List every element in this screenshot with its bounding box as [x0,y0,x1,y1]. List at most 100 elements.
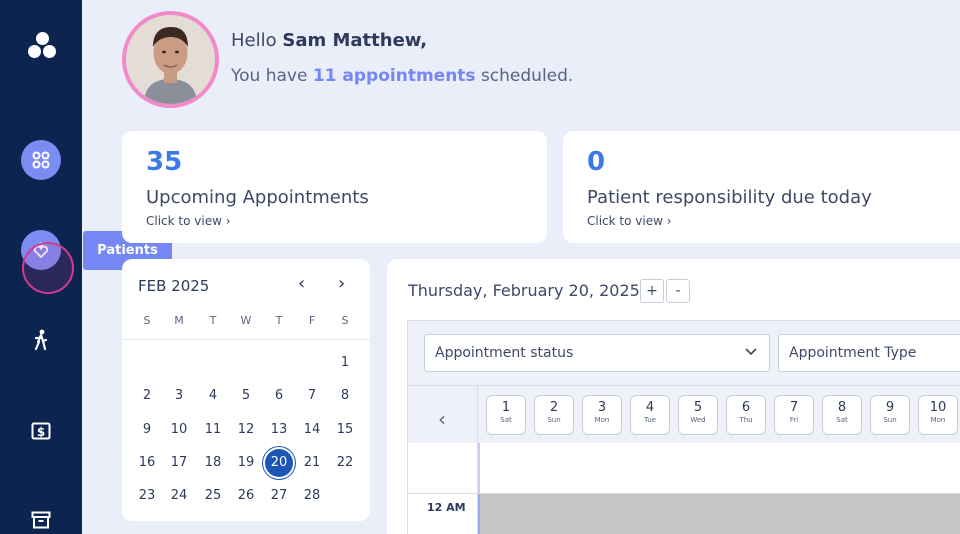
day-number: 9 [885,400,895,415]
day-number: 7 [789,400,799,415]
weekday-label: S [341,314,349,327]
calendar-day[interactable]: 1 [331,349,359,377]
calendar-day[interactable]: 21 [298,449,326,477]
chevron-down-icon [745,348,757,356]
day-selector[interactable]: 9 Sun [870,395,910,435]
time-label: 12 AM [427,501,466,514]
calendar-day[interactable]: 24 [165,482,193,510]
calendar-day[interactable]: 16 [133,449,161,477]
calendar-day[interactable]: 28 [298,482,326,510]
schedule-date: Thursday, February 20, 2025 [408,281,640,300]
click-to-view-link[interactable]: Click to view › [587,214,672,228]
day-selector[interactable]: 8 Sat [822,395,862,435]
stat-label: Patient responsibility due today [587,187,872,208]
day-selector[interactable]: 2 Sun [534,395,574,435]
day-weekday: Sat [836,416,848,424]
calendar-day[interactable]: 12 [232,416,260,444]
summary-suffix: scheduled. [480,66,574,86]
calendar-day[interactable]: 18 [199,449,227,477]
mini-calendar: FEB 2025 ‹ › S M T W T F S 1 2 3 4 5 6 7 8 9 10 11 12 13 14 1… [122,259,370,521]
calendar-day[interactable]: 27 [265,482,293,510]
grid-line [408,385,960,386]
calendar-day[interactable]: 2 [133,382,161,410]
calendar-day[interactable]: 15 [331,416,359,444]
calendar-day[interactable]: 11 [199,416,227,444]
day-number: 4 [645,400,655,415]
day-weekday: Sun [883,416,897,424]
prev-month-button[interactable]: ‹ [298,273,305,294]
billing-nav-button[interactable]: $ [21,411,61,451]
logo-icon[interactable] [27,32,59,60]
archive-nav-button[interactable] [21,500,61,534]
dashboard-nav-button[interactable] [21,140,61,180]
appointments-count: 11 appointments [312,66,476,86]
schedule-grid: Appointment status Appointment Type ‹ 12… [407,320,960,534]
calendar-day[interactable]: 10 [165,416,193,444]
click-to-view-link[interactable]: Click to view › [146,214,231,228]
day-number: 10 [929,400,947,415]
avatar[interactable] [122,11,219,108]
summary-prefix: You have [231,66,308,86]
time-slot-12am[interactable] [478,494,960,534]
click-indicator [22,242,74,294]
day-selector[interactable]: 5 Wed [678,395,718,435]
calendar-divider [122,339,370,340]
weekday-label: S [143,314,151,327]
day-weekday: Mon [930,416,946,424]
day-number: 8 [837,400,847,415]
calendar-day[interactable]: 9 [133,416,161,444]
avatar-image [126,15,215,104]
calendar-day[interactable]: 17 [165,449,193,477]
day-weekday: Thu [739,416,753,424]
day-selector[interactable]: 4 Tue [630,395,670,435]
day-weekday: Wed [690,416,706,424]
grid-icon [32,151,50,169]
calendar-day[interactable]: 23 [133,482,161,510]
calendar-day-selected[interactable]: 20 [265,449,293,477]
day-weekday: Sat [500,416,512,424]
day-weekday: Mon [594,416,610,424]
calendar-day[interactable]: 22 [331,449,359,477]
calendar-day[interactable]: 14 [298,416,326,444]
day-selector[interactable]: 3 Mon [582,395,622,435]
allday-row[interactable] [478,443,960,493]
zoom-out-button[interactable]: - [666,279,690,303]
dollar-icon: $ [31,422,51,440]
upcoming-appointments-card[interactable]: 35 Upcoming Appointments Click to view › [122,131,547,243]
next-month-button[interactable]: › [338,273,345,294]
walking-nav-button[interactable] [21,320,61,360]
zoom-in-button[interactable]: + [640,279,664,303]
day-number: 2 [549,400,559,415]
day-selector[interactable]: 1 Sat [486,395,526,435]
appointment-type-label: Appointment Type [789,345,917,361]
appointment-status-select[interactable]: Appointment status [424,334,770,372]
calendar-day[interactable]: 3 [165,382,193,410]
weekday-label: M [174,314,184,327]
calendar-day[interactable]: 8 [331,382,359,410]
calendar-day[interactable]: 13 [265,416,293,444]
day-number: 6 [741,400,751,415]
weekday-label: W [240,314,252,327]
calendar-day[interactable]: 6 [265,382,293,410]
weekday-label: T [275,314,283,327]
calendar-day[interactable]: 26 [232,482,260,510]
day-selector[interactable]: 10 Mon [918,395,958,435]
appointment-type-select[interactable]: Appointment Type [778,334,960,372]
day-number: 3 [597,400,607,415]
calendar-day[interactable]: 25 [199,482,227,510]
calendar-day[interactable]: 5 [232,382,260,410]
schedule-panel: Thursday, February 20, 2025 + - Appointm… [387,259,960,534]
user-name: Sam Matthew, [282,30,428,51]
day-number: 5 [693,400,703,415]
calendar-day[interactable]: 7 [298,382,326,410]
day-weekday: Tue [644,416,656,424]
day-selector[interactable]: 7 Fri [774,395,814,435]
day-weekday: Fri [789,416,799,424]
calendar-day[interactable]: 4 [199,382,227,410]
calendar-day[interactable]: 19 [232,449,260,477]
day-number: 1 [501,400,511,415]
patient-responsibility-card[interactable]: 0 Patient responsibility due today Click… [563,131,960,243]
day-selector[interactable]: 6 Thu [726,395,766,435]
prev-days-button[interactable]: ‹ [438,407,446,431]
weekday-label: F [308,314,316,327]
